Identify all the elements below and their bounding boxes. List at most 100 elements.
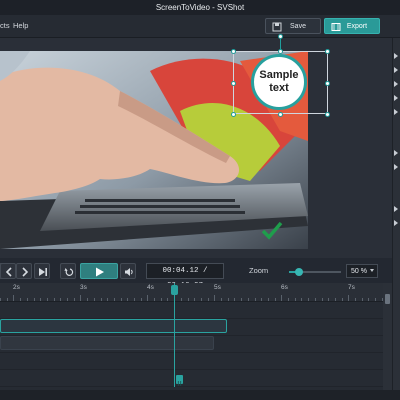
ruler-tick bbox=[255, 298, 256, 301]
ruler-tick bbox=[375, 298, 376, 301]
ruler-tick-label: 3s bbox=[80, 284, 87, 291]
export-button-label: Export bbox=[346, 23, 368, 30]
ruler-tick bbox=[161, 298, 162, 301]
next-frame-button[interactable] bbox=[16, 263, 32, 279]
ruler-tick bbox=[362, 298, 363, 301]
loop-button[interactable] bbox=[60, 263, 76, 279]
play-button[interactable] bbox=[80, 263, 118, 279]
ruler-tick bbox=[154, 298, 155, 301]
expand-arrow-icon[interactable] bbox=[394, 109, 398, 115]
resize-handle-right[interactable] bbox=[325, 81, 330, 86]
checkmark-icon bbox=[261, 221, 283, 240]
chevron-down-icon[interactable] bbox=[370, 269, 374, 272]
time-ruler[interactable]: 2s 3s 4s 5s 6s 7s bbox=[0, 283, 383, 302]
resize-handle-bottom-left[interactable] bbox=[231, 112, 236, 117]
timeline-track[interactable] bbox=[0, 353, 383, 370]
ruler-tick bbox=[322, 298, 323, 301]
ruler-tick bbox=[67, 298, 68, 301]
go-to-end-button[interactable] bbox=[34, 263, 50, 279]
ruler-tick bbox=[54, 298, 55, 301]
scrollbar-thumb[interactable] bbox=[385, 294, 390, 304]
expand-arrow-icon[interactable] bbox=[394, 150, 398, 156]
resize-handle-top-left[interactable] bbox=[231, 49, 236, 54]
zoom-slider[interactable] bbox=[289, 268, 341, 276]
ruler-tick bbox=[281, 295, 282, 301]
ruler-tick bbox=[201, 298, 202, 301]
timeline-clip-selected[interactable] bbox=[0, 319, 227, 333]
expand-arrow-icon[interactable] bbox=[394, 81, 398, 87]
ruler-tick bbox=[40, 298, 41, 301]
text-sticker[interactable]: Sample text bbox=[251, 54, 307, 110]
ruler-tick bbox=[368, 298, 369, 301]
resize-handle-top[interactable] bbox=[278, 49, 283, 54]
ruler-tick bbox=[101, 298, 102, 301]
expand-arrow-icon[interactable] bbox=[394, 53, 398, 59]
loop-icon bbox=[64, 268, 74, 276]
menu-item-help[interactable]: Help bbox=[13, 15, 28, 37]
expand-arrow-icon[interactable] bbox=[394, 67, 398, 73]
ruler-tick bbox=[107, 298, 108, 301]
ruler-tick-label: 6s bbox=[281, 284, 288, 291]
timeline-track[interactable] bbox=[0, 370, 383, 387]
transport-bar: 00:04.12 / 00:16.07 Zoom 50 % bbox=[0, 263, 392, 290]
save-button-label: Save bbox=[290, 23, 306, 30]
ruler-tick bbox=[348, 295, 349, 301]
resize-handle-top-right[interactable] bbox=[325, 49, 330, 54]
resize-handle-left[interactable] bbox=[231, 81, 236, 86]
window-title: ScreenToVideo - SVShot bbox=[155, 3, 245, 12]
ruler-tick bbox=[261, 298, 262, 301]
ruler-tick bbox=[80, 295, 81, 301]
ruler-tick bbox=[60, 298, 61, 301]
volume-button[interactable] bbox=[120, 263, 136, 279]
ruler-tick bbox=[335, 298, 336, 301]
ruler-tick bbox=[13, 295, 14, 301]
speaker-icon bbox=[125, 268, 133, 276]
expand-arrow-icon[interactable] bbox=[394, 206, 398, 212]
timeline-track[interactable] bbox=[0, 302, 383, 319]
ruler-tick bbox=[127, 298, 128, 301]
ruler-tick bbox=[234, 298, 235, 301]
play-icon bbox=[96, 267, 104, 277]
resize-handle-bottom-right[interactable] bbox=[325, 112, 330, 117]
ruler-tick bbox=[147, 295, 148, 301]
rotation-handle[interactable] bbox=[278, 34, 283, 39]
expand-arrow-icon[interactable] bbox=[394, 220, 398, 226]
menu-item-effects[interactable]: cts bbox=[0, 15, 10, 37]
ruler-tick-label: 2s bbox=[13, 284, 20, 291]
ruler-tick bbox=[47, 298, 48, 301]
timeline-clip[interactable] bbox=[0, 336, 214, 350]
ruler-tick bbox=[301, 298, 302, 301]
ruler-tick bbox=[315, 298, 316, 301]
right-panel-collapsed bbox=[392, 38, 400, 390]
grip-icon bbox=[177, 381, 182, 386]
ruler-tick bbox=[275, 298, 276, 301]
playhead-line[interactable] bbox=[174, 283, 175, 387]
playhead-bottom-marker[interactable] bbox=[176, 375, 183, 386]
timecode-display: 00:04.12 / 00:16.07 bbox=[146, 263, 224, 290]
ruler-tick-label: 7s bbox=[348, 284, 355, 291]
ruler-tick bbox=[342, 298, 343, 301]
expand-arrow-icon[interactable] bbox=[394, 164, 398, 170]
previous-frame-button[interactable] bbox=[0, 263, 16, 279]
ruler-tick bbox=[308, 298, 309, 301]
ruler-tick bbox=[208, 298, 209, 301]
playhead-handle[interactable] bbox=[171, 285, 178, 295]
export-button[interactable]: Export bbox=[324, 18, 380, 34]
ruler-tick bbox=[248, 298, 249, 301]
ruler-tick bbox=[221, 298, 222, 301]
ruler-tick bbox=[288, 298, 289, 301]
ruler-tick bbox=[188, 298, 189, 301]
ruler-tick bbox=[94, 298, 95, 301]
zoom-slider-thumb[interactable] bbox=[295, 268, 304, 276]
resize-handle-bottom[interactable] bbox=[278, 112, 283, 117]
ruler-tick bbox=[114, 298, 115, 301]
expand-arrow-icon[interactable] bbox=[394, 95, 398, 101]
ruler-tick bbox=[328, 298, 329, 301]
ruler-tick bbox=[20, 298, 21, 301]
horizontal-scrollbar[interactable] bbox=[0, 390, 400, 400]
save-button[interactable]: Save bbox=[265, 18, 321, 34]
timeline-vertical-scrollbar[interactable] bbox=[383, 283, 392, 390]
ruler-tick bbox=[268, 298, 269, 301]
ruler-tick bbox=[27, 298, 28, 301]
zoom-label: Zoom bbox=[249, 266, 269, 275]
